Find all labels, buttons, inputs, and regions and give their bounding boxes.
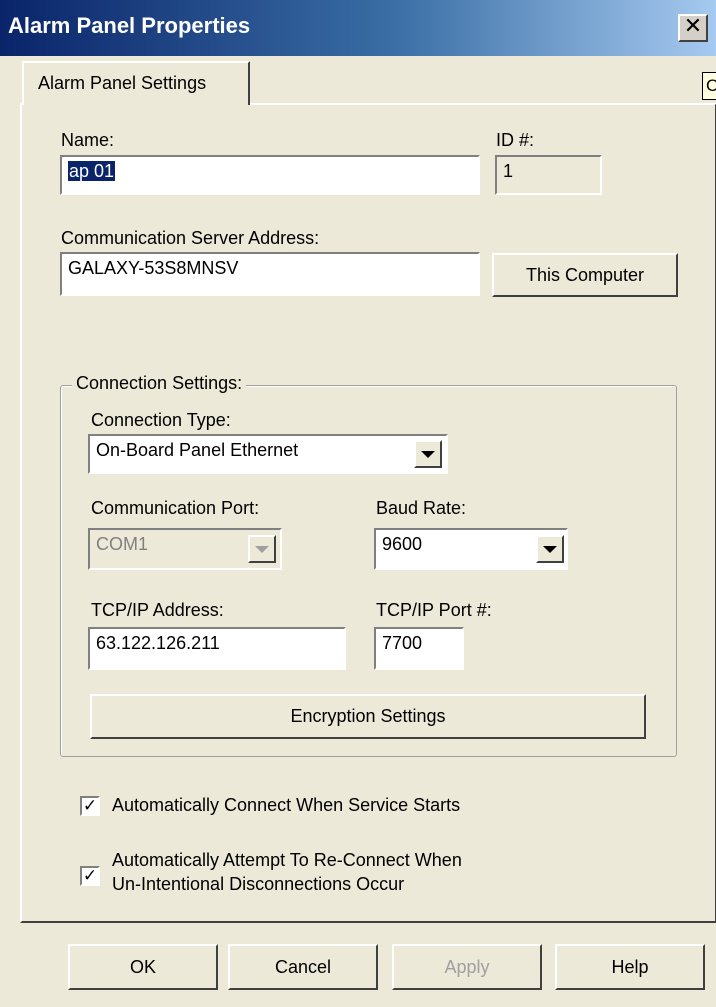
baud-rate-label: Baud Rate: <box>376 498 467 518</box>
checkmark-icon: ✓ <box>82 865 98 886</box>
tcp-ip-address-label: TCP/IP Address: <box>91 600 224 620</box>
name-input-value: ap 01 <box>68 161 116 181</box>
auto-connect-label: Automatically Connect When Service Start… <box>112 795 461 815</box>
tcp-ip-port-label: TCP/IP Port #: <box>376 600 492 620</box>
close-icon: ✕ <box>683 14 703 39</box>
server-address-label: Communication Server Address: <box>61 228 320 248</box>
encryption-settings-button[interactable]: Encryption Settings <box>90 694 646 739</box>
connection-type-value: On-Board Panel Ethernet <box>96 440 299 460</box>
name-input[interactable]: ap 01 <box>60 155 480 195</box>
auto-reconnect-label-line2: Un-Intentional Disconnections Occur <box>112 874 405 894</box>
communication-port-value: COM1 <box>96 534 149 554</box>
window-title: Alarm Panel Properties <box>8 13 251 38</box>
connection-type-select[interactable]: On-Board Panel Ethernet <box>88 434 448 474</box>
communication-port-dropdown-button <box>248 535 276 563</box>
auto-connect-checkbox[interactable]: ✓ <box>80 796 100 816</box>
server-address-input[interactable]: GALAXY-53S8MNSV <box>60 252 480 296</box>
baud-rate-dropdown-button[interactable] <box>536 535 564 563</box>
ok-button[interactable]: OK <box>68 944 218 990</box>
close-button[interactable]: ✕ <box>678 14 708 42</box>
connection-type-label: Connection Type: <box>91 410 231 430</box>
checkmark-icon: ✓ <box>82 795 98 816</box>
connection-settings-label: Connection Settings: <box>72 373 247 394</box>
tcp-ip-port-input[interactable]: 7700 <box>374 627 464 670</box>
id-label: ID #: <box>496 130 535 150</box>
connection-type-dropdown-button[interactable] <box>414 440 442 468</box>
this-computer-button[interactable]: This Computer <box>492 253 678 297</box>
chevron-down-icon <box>421 450 435 458</box>
tooltip: Cl <box>702 72 716 100</box>
communication-port-label: Communication Port: <box>91 498 260 518</box>
apply-button: Apply <box>392 944 542 990</box>
help-button[interactable]: Help <box>555 944 705 990</box>
auto-reconnect-checkbox[interactable]: ✓ <box>80 866 100 886</box>
tcp-ip-address-input[interactable]: 63.122.126.211 <box>88 627 346 670</box>
name-label: Name: <box>61 130 115 150</box>
cancel-button[interactable]: Cancel <box>228 944 378 990</box>
id-field: 1 <box>495 155 602 195</box>
tab-label: Alarm Panel Settings <box>38 73 207 93</box>
chevron-down-icon <box>255 545 269 553</box>
tab-alarm-panel-settings[interactable]: Alarm Panel Settings <box>22 61 250 105</box>
baud-rate-value: 9600 <box>382 534 423 554</box>
chevron-down-icon <box>543 545 557 553</box>
auto-reconnect-label-line1: Automatically Attempt To Re-Connect When <box>112 850 462 870</box>
